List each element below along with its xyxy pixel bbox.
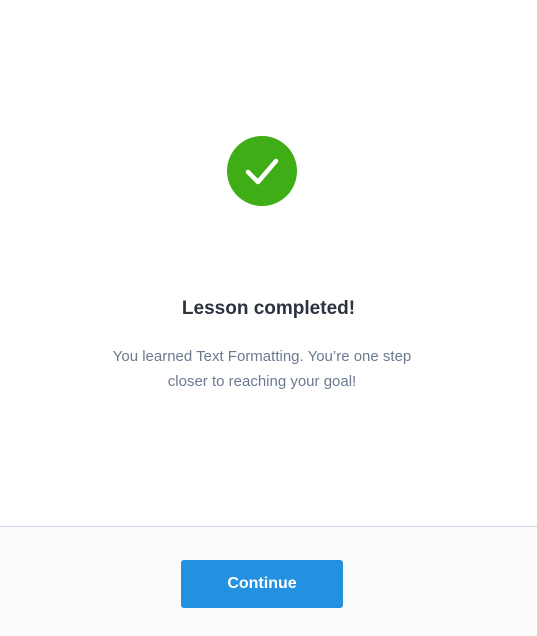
footer-divider	[0, 526, 537, 527]
completion-message-line-1: You learned Text Formatting. You’re one …	[112, 348, 412, 365]
completion-message: You learned Text Formatting. You’re one …	[88, 344, 436, 394]
lesson-complete-page: Lesson completed! You learned Text Forma…	[0, 0, 537, 636]
continue-button[interactable]: Continue	[181, 560, 343, 608]
checkmark-icon	[245, 158, 279, 185]
completion-message-line-2: closer to reaching your goal!	[167, 373, 357, 390]
completion-title: Lesson completed!	[181, 298, 356, 319]
success-badge	[227, 136, 297, 206]
